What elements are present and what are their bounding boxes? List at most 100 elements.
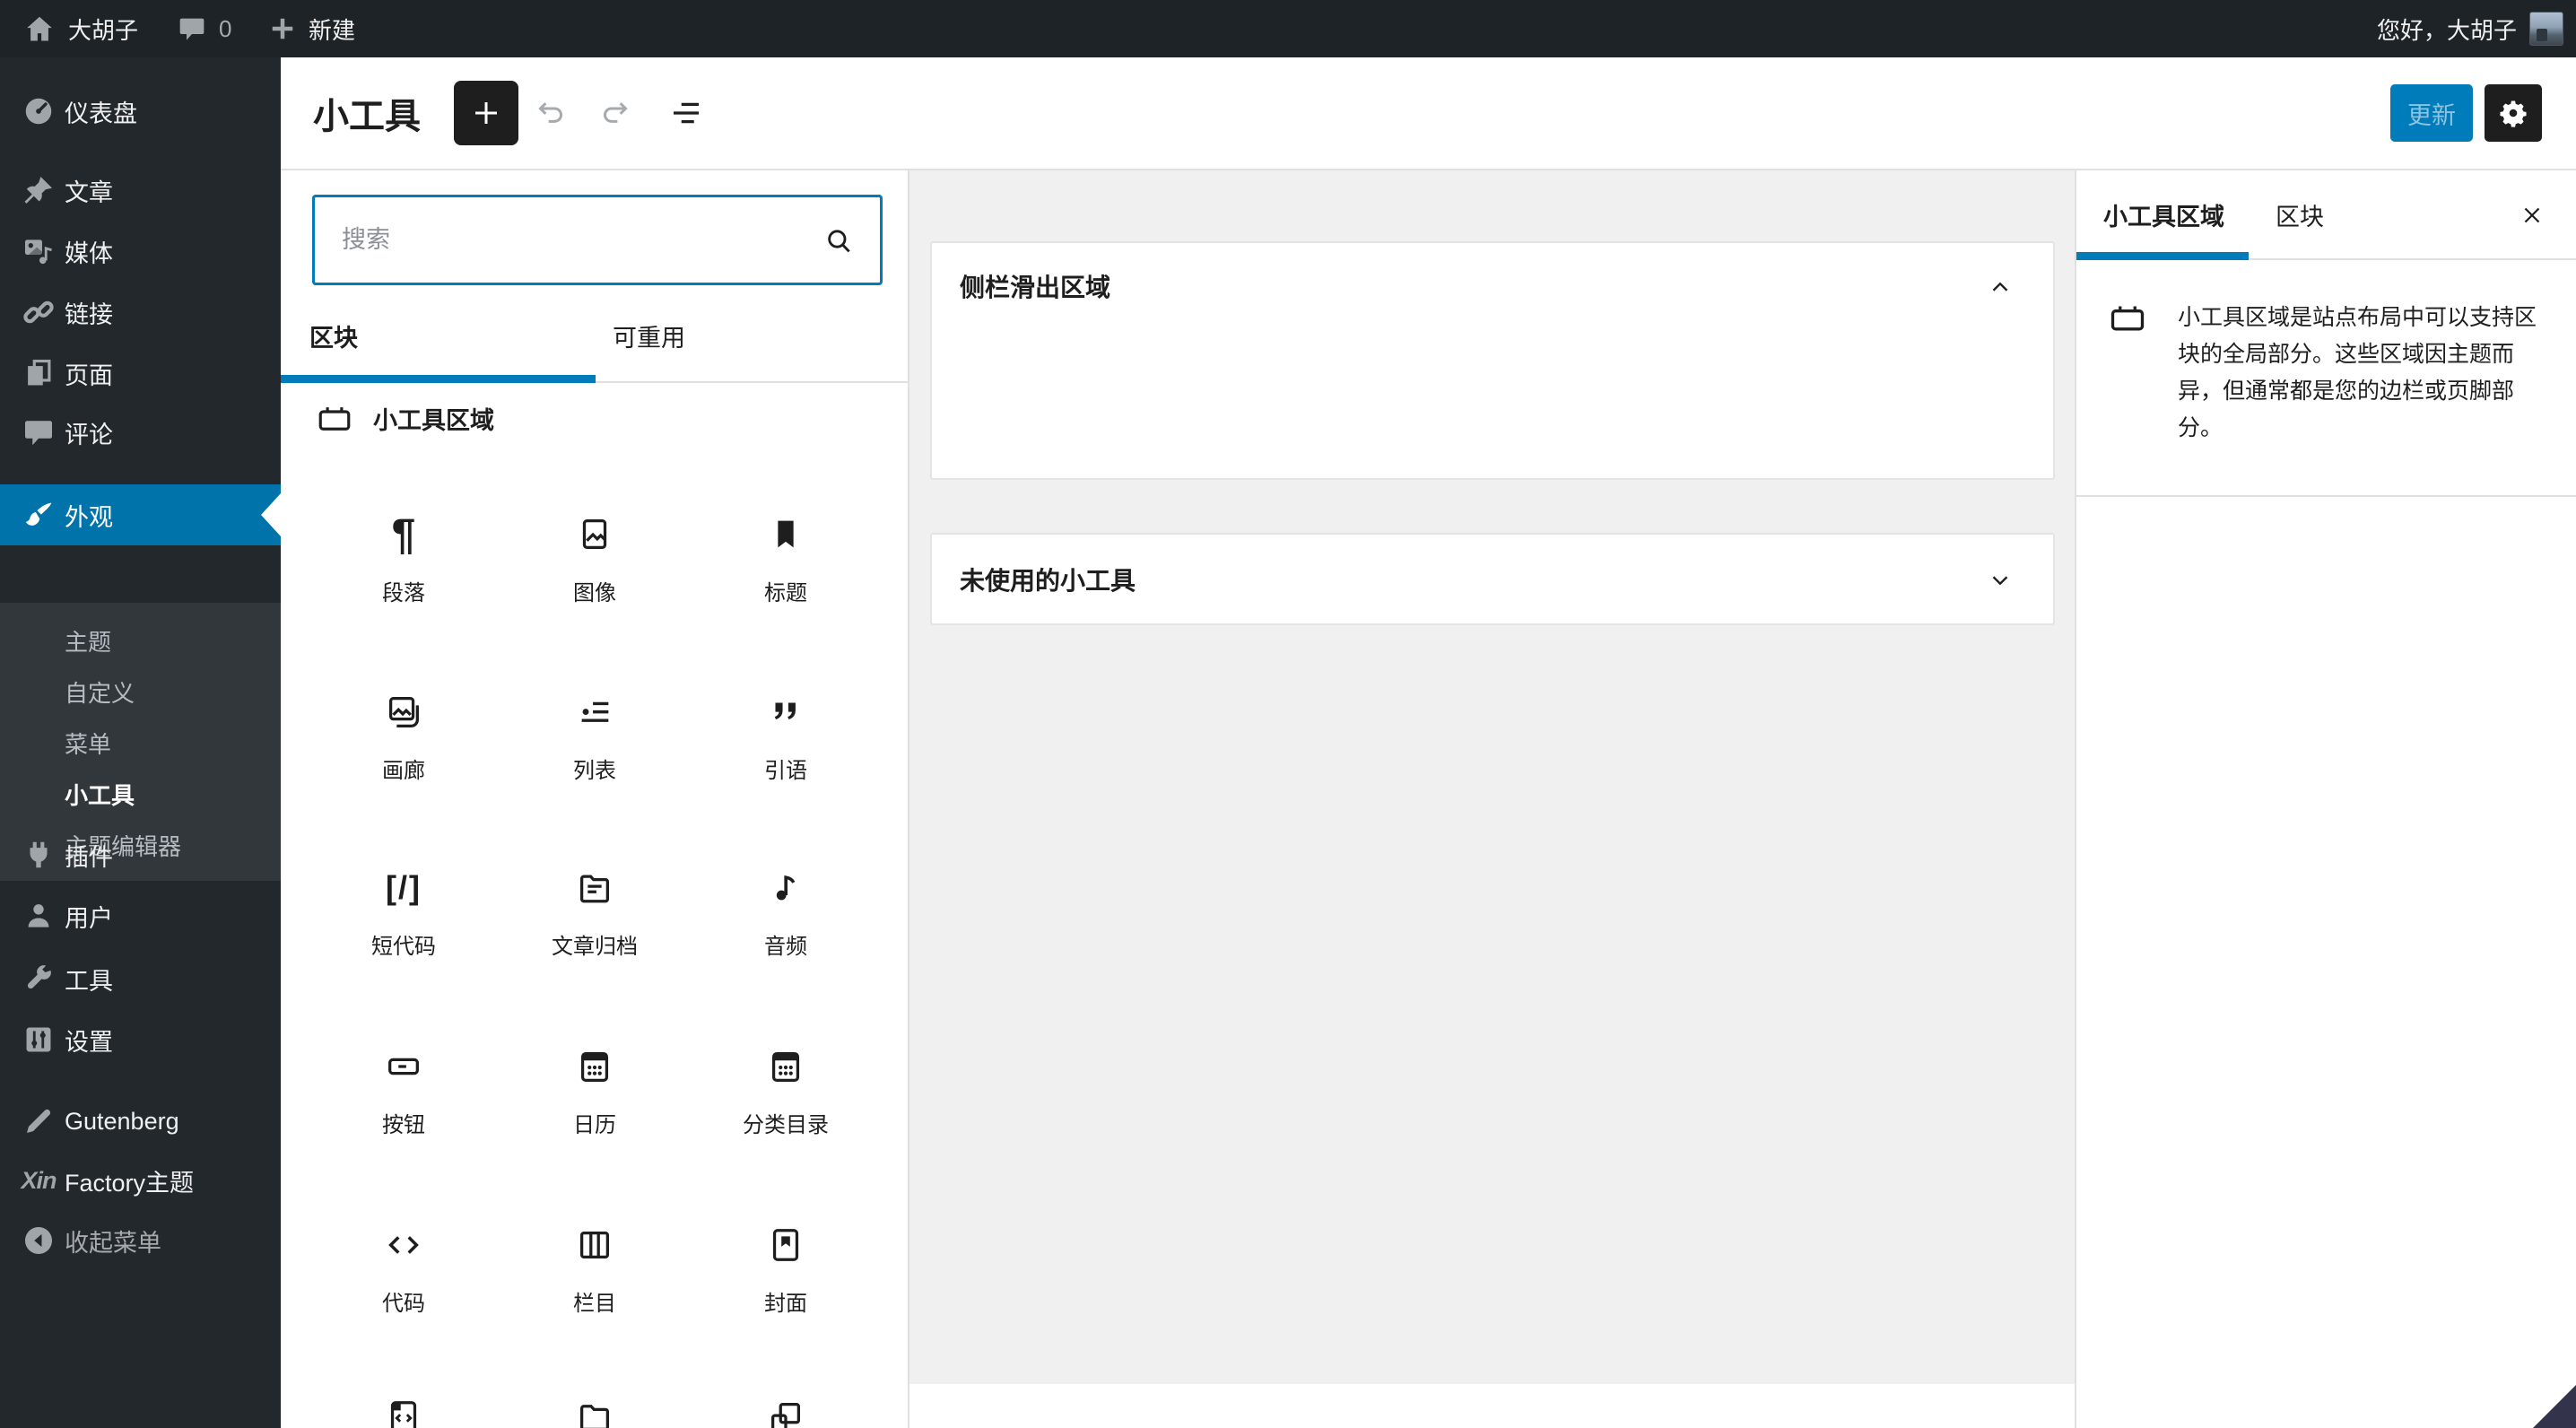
settings-sidebar: 小工具区域 区块 小工具区域是站点布局中可以支持区块的全局部分。这些区域因主题而… <box>2075 170 2576 1428</box>
html-icon <box>332 1392 475 1428</box>
redo-button[interactable] <box>589 91 640 135</box>
calendar-icon <box>523 1041 666 1092</box>
image-icon <box>523 509 666 560</box>
block-archives[interactable]: 文章归档 <box>523 863 666 958</box>
sidebar-item-appearance[interactable]: 外观 <box>0 484 281 545</box>
pin-icon <box>20 171 57 209</box>
search-input[interactable] <box>342 197 808 283</box>
link-icon <box>20 293 57 331</box>
embed-icon <box>714 1392 857 1428</box>
list-view-button[interactable] <box>661 91 711 135</box>
plugin-icon <box>20 836 57 874</box>
block-list[interactable]: 列表 <box>523 687 666 782</box>
sidebar-item-settings[interactable]: 设置 <box>0 1009 281 1070</box>
tab-block[interactable]: 区块 <box>2276 170 2324 258</box>
tab-widget-areas[interactable]: 小工具区域 <box>2103 170 2224 258</box>
block-quote[interactable]: 引语 <box>714 687 857 782</box>
submenu-item-widgets[interactable]: 小工具 <box>0 771 281 822</box>
sidebar-item-pages[interactable]: 页面 <box>0 343 281 404</box>
brush-icon <box>20 496 57 534</box>
admin-sidebar: 仪表盘 文章 媒体 链接 页面 评论 外观 主题 自定义 菜单 小工具 主题编辑… <box>0 57 281 1428</box>
search-icon <box>821 223 857 259</box>
widget-area-icon <box>316 399 353 437</box>
sidebar-item-tools[interactable]: 工具 <box>0 948 281 1009</box>
close-sidebar-button[interactable] <box>2510 193 2554 238</box>
chevron-up-icon <box>1987 274 2014 300</box>
comments-menu[interactable]: 0 <box>178 0 231 57</box>
block-categories[interactable]: 分类目录 <box>714 1041 857 1136</box>
search-box <box>312 195 883 285</box>
block-inserter-panel: 区块 可重用 小工具区域 ¶ 段落 图像 标题 <box>281 170 909 1428</box>
paragraph-icon: ¶ <box>391 510 416 559</box>
dashboard-icon <box>20 92 57 130</box>
sidebar-item-comments[interactable]: 评论 <box>0 402 281 463</box>
block-custom-html[interactable] <box>332 1392 475 1428</box>
current-menu-arrow <box>261 493 281 536</box>
block-button[interactable]: 按钮 <box>332 1041 475 1136</box>
wrench-icon <box>20 960 57 997</box>
sidebar-item-plugins[interactable]: 插件 <box>0 824 281 885</box>
shortcode-icon: [/] <box>386 869 422 906</box>
user-icon <box>20 897 57 935</box>
description-text: 小工具区域是站点布局中可以支持区块的全局部分。这些区域因主题而异，但通常都是您的… <box>2178 305 2537 440</box>
block-paragraph[interactable]: ¶ 段落 <box>332 509 475 605</box>
site-menu[interactable]: 大胡子 <box>23 0 138 57</box>
sidebar-tabs: 小工具区域 区块 <box>2076 170 2576 260</box>
panel-header[interactable]: 未使用的小工具 <box>932 535 2053 623</box>
tab-reusable[interactable]: 可重用 <box>613 296 685 375</box>
sidebar-item-collapse-menu[interactable]: 收起菜单 <box>0 1210 281 1271</box>
active-tab-underline <box>2076 252 2249 260</box>
panel-header[interactable]: 侧栏滑出区域 <box>932 243 2053 329</box>
new-label: 新建 <box>309 16 356 44</box>
block-image[interactable]: 图像 <box>523 509 666 605</box>
block-file[interactable] <box>523 1392 666 1428</box>
block-calendar[interactable]: 日历 <box>523 1041 666 1136</box>
home-icon <box>23 13 56 45</box>
update-button[interactable]: 更新 <box>2390 84 2473 142</box>
sidebar-item-dashboard[interactable]: 仪表盘 <box>0 81 281 142</box>
block-code[interactable]: 代码 <box>332 1220 475 1315</box>
account-menu[interactable]: 您好，大胡子 <box>2377 0 2563 57</box>
settings-icon <box>20 1021 57 1058</box>
tab-blocks[interactable]: 区块 <box>309 296 358 375</box>
folder-icon <box>523 1392 666 1428</box>
window-corner-artifact <box>2533 1385 2576 1428</box>
sidebar-item-gutenberg[interactable]: Gutenberg <box>0 1091 281 1152</box>
page-title: 小工具 <box>313 97 421 136</box>
submenu-item-menus[interactable]: 菜单 <box>0 719 281 771</box>
quote-icon <box>714 687 857 737</box>
add-block-button[interactable] <box>454 81 518 145</box>
block-heading[interactable]: 标题 <box>714 509 857 605</box>
wordpress-widgets-editor: 大胡子 0 新建 您好，大胡子 仪表盘 文章 媒体 链接 页面 评论 外观 主题… <box>0 0 2576 1428</box>
block-audio[interactable]: 音频 <box>714 863 857 958</box>
comments-icon <box>20 414 57 451</box>
undo-button[interactable] <box>527 91 577 135</box>
button-icon <box>332 1041 475 1092</box>
block-columns[interactable]: 栏目 <box>523 1220 666 1315</box>
widget-area-description: 小工具区域是站点布局中可以支持区块的全局部分。这些区域因主题而异，但通常都是您的… <box>2076 260 2576 497</box>
plus-icon <box>269 15 296 42</box>
media-icon <box>20 232 57 270</box>
block-embed[interactable] <box>714 1392 857 1428</box>
block-shortcode[interactable]: [/] 短代码 <box>332 863 475 958</box>
block-cover[interactable]: 封面 <box>714 1220 857 1315</box>
sidebar-item-media[interactable]: 媒体 <box>0 221 281 282</box>
archives-icon <box>523 863 666 913</box>
sidebar-item-posts[interactable]: 文章 <box>0 160 281 221</box>
editor-header: 小工具 更新 <box>281 57 2576 170</box>
greeting: 您好，大胡子 <box>2376 16 2517 44</box>
submenu-item-customize[interactable]: 自定义 <box>0 668 281 719</box>
sidebar-item-links[interactable]: 链接 <box>0 282 281 343</box>
new-content-menu[interactable]: 新建 <box>269 0 355 57</box>
code-icon <box>332 1220 475 1270</box>
gallery-icon <box>332 687 475 737</box>
settings-gear-button[interactable] <box>2485 84 2542 142</box>
widget-areas-section-header: 小工具区域 <box>316 393 494 443</box>
chevron-down-icon <box>1987 567 2014 594</box>
block-gallery[interactable]: 画廊 <box>332 687 475 782</box>
sidebar-item-xin-factory-theme[interactable]: Xin Factory主题 <box>0 1150 281 1211</box>
site-name: 大胡子 <box>68 16 139 44</box>
sidebar-item-users[interactable]: 用户 <box>0 885 281 946</box>
submenu-item-themes[interactable]: 主题 <box>0 617 281 668</box>
list-icon <box>523 687 666 737</box>
